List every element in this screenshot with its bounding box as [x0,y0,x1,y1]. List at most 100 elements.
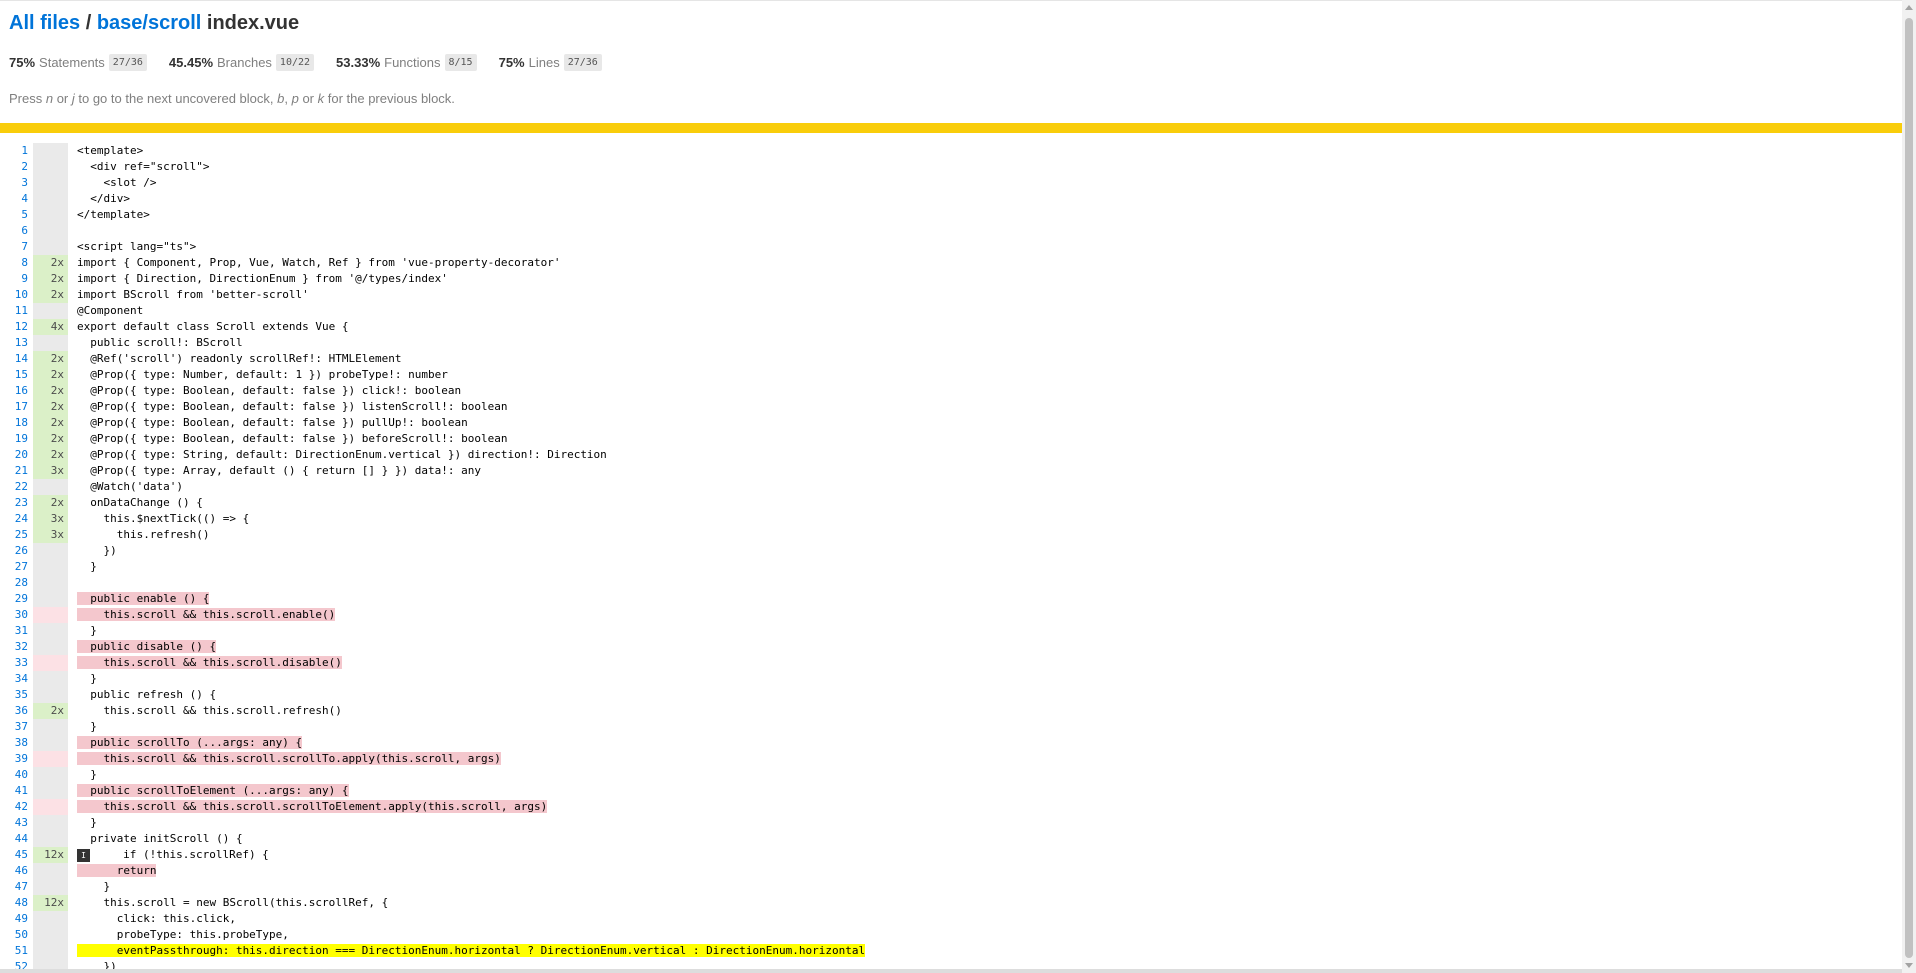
breadcrumb-folder-link[interactable]: base/scroll [97,12,202,34]
code-line: 50 probeType: this.probeType, [0,927,1902,943]
hit-count: 4x [33,319,68,335]
source-line: this.scroll && this.scroll.enable() [68,607,336,623]
source-line: @Prop({ type: Boolean, default: false })… [77,384,462,397]
branches-percent: 45.45% [168,54,213,70]
line-number-link[interactable]: 15 [0,367,33,383]
line-number-link[interactable]: 4 [0,191,33,207]
line-number-link[interactable]: 19 [0,431,33,447]
line-number-link[interactable]: 52 [0,959,33,969]
line-number-link[interactable]: 24 [0,511,33,527]
line-number-link[interactable]: 48 [0,895,33,911]
line-number-link[interactable]: 35 [0,687,33,703]
line-number-link[interactable]: 28 [0,575,33,591]
source-line: this.scroll && this.scroll.scrollTo.appl… [68,751,501,767]
statements-label: Statements [39,54,105,70]
line-number-link[interactable]: 7 [0,239,33,255]
branch-not-taken-icon: I [77,848,90,862]
hit-count [33,687,68,703]
code-line: 46 return [0,863,1902,879]
hit-count: 2x [33,287,68,303]
source-line: import { Component, Prop, Vue, Watch, Re… [77,256,561,269]
line-number-link[interactable]: 41 [0,783,33,799]
source-line: probeType: this.probeType, [77,928,289,941]
line-number-link[interactable]: 17 [0,399,33,415]
line-number-link[interactable]: 9 [0,271,33,287]
line-number-link[interactable]: 49 [0,911,33,927]
line-number-link[interactable]: 1 [0,143,33,159]
scroll-up-arrow-icon[interactable] [1905,5,1913,10]
source-line: } [77,880,111,893]
line-number-link[interactable]: 6 [0,223,33,239]
line-number-link[interactable]: 30 [0,607,33,623]
line-number-link[interactable]: 11 [0,303,33,319]
line-number-link[interactable]: 45 [0,847,33,863]
line-number-link[interactable]: 5 [0,207,33,223]
line-number-link[interactable]: 14 [0,351,33,367]
line-number-link[interactable]: 21 [0,463,33,479]
source-line: public disable () { [68,639,217,655]
line-number-link[interactable]: 13 [0,335,33,351]
line-number-link[interactable]: 46 [0,863,33,879]
uncovered-statement: public disable () { [77,640,217,653]
hit-count [33,479,68,495]
functions-percent: 53.33% [336,54,381,70]
line-number-link[interactable]: 37 [0,719,33,735]
uncovered-statement: public enable () { [77,592,210,605]
line-number-link[interactable]: 25 [0,527,33,543]
line-number-link[interactable]: 20 [0,447,33,463]
scroll-down-arrow-icon[interactable] [1905,963,1913,968]
hit-count [33,303,68,319]
code-line: 13 public scroll!: BScroll [0,335,1902,351]
line-number-link[interactable]: 8 [0,255,33,271]
hint-text: Press [9,91,46,106]
lines-stat: 75% Lines 27/36 [498,53,602,71]
hit-count: 2x [33,495,68,511]
line-number-link[interactable]: 43 [0,815,33,831]
lines-label: Lines [528,54,560,70]
code-line: 12 4x export default class Scroll extends … [0,319,1902,335]
hint-text: , [284,91,292,106]
uncovered-statement: this.scroll && this.scroll.enable() [77,608,336,621]
line-number-link[interactable]: 31 [0,623,33,639]
line-number-link[interactable]: 2 [0,159,33,175]
line-number-link[interactable]: 3 [0,175,33,191]
line-number-link[interactable]: 50 [0,927,33,943]
hit-count [33,943,68,959]
code-line: 4 </div> [0,191,1902,207]
line-number-link[interactable]: 29 [0,591,33,607]
line-number-link[interactable]: 39 [0,751,33,767]
hit-count: 12x [33,847,68,863]
hit-count: 2x [33,271,68,287]
statements-fraction: 27/36 [108,53,147,71]
line-number-link[interactable]: 38 [0,735,33,751]
line-number-link[interactable]: 16 [0,383,33,399]
line-number-link[interactable]: 22 [0,479,33,495]
line-number-link[interactable]: 40 [0,767,33,783]
line-number-link[interactable]: 51 [0,943,33,959]
line-number-link[interactable]: 47 [0,879,33,895]
code-line: 51 eventPassthrough: this.direction === … [0,943,1902,959]
hit-count [33,831,68,847]
vertical-scrollbar[interactable] [1902,0,1916,973]
line-number-link[interactable]: 18 [0,415,33,431]
line-number-link[interactable]: 12 [0,319,33,335]
line-number-link[interactable]: 32 [0,639,33,655]
hit-count: 2x [33,399,68,415]
hit-count [33,575,68,591]
line-number-link[interactable]: 34 [0,671,33,687]
code-line: 23 2x onDataChange () { [0,495,1902,511]
line-number-link[interactable]: 26 [0,543,33,559]
line-number-link[interactable]: 23 [0,495,33,511]
line-number-link[interactable]: 33 [0,655,33,671]
line-number-link[interactable]: 27 [0,559,33,575]
code-line: 44 private initScroll () { [0,831,1902,847]
breadcrumb-all-files-link[interactable]: All files [9,12,80,34]
scrollbar-thumb[interactable] [1905,18,1913,958]
horizontal-scrollbar[interactable] [0,969,1902,973]
line-number-link[interactable]: 36 [0,703,33,719]
line-number-link[interactable]: 10 [0,287,33,303]
line-number-link[interactable]: 42 [0,799,33,815]
source-line: import { Direction, DirectionEnum } from… [77,272,448,285]
line-number-link[interactable]: 44 [0,831,33,847]
lines-percent: 75% [498,54,525,70]
